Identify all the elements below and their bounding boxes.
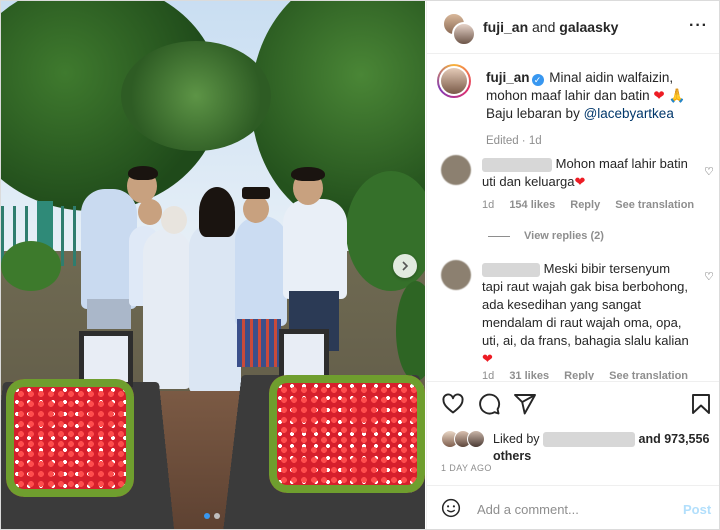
comment-age: 1d (482, 199, 495, 211)
username-link[interactable]: galaasky (559, 19, 618, 35)
comment-item: Meski bibir tersenyum tapi raut wajah ga… (441, 260, 714, 380)
heart-emoji-icon: ❤ (574, 174, 586, 189)
person-grandfather (235, 216, 287, 326)
comment-text: Meski bibir tersenyum tapi raut wajah ga… (482, 260, 692, 368)
chevron-right-icon (402, 261, 409, 271)
carousel-dot (214, 513, 220, 519)
add-comment-bar: Add a comment... Post (427, 485, 719, 529)
action-bar (427, 381, 719, 424)
instagram-post-modal: fuji_an and galaasky ··· fuji_an ✓ Minal … (0, 0, 720, 530)
avatar (452, 22, 476, 46)
person-grandmother (143, 229, 191, 389)
liked-by-prefix: Liked by (493, 432, 540, 446)
see-translation-button[interactable]: See translation (615, 199, 694, 211)
carousel-dots (204, 513, 220, 519)
reply-button[interactable]: Reply (564, 370, 594, 380)
comment-bubble-icon[interactable] (477, 392, 501, 416)
save-bookmark-icon[interactable] (689, 392, 713, 416)
caption-username[interactable]: fuji_an (486, 70, 530, 85)
likes-summary: Liked by and 973,556 others (441, 429, 711, 463)
emoji-smiley-icon[interactable] (441, 498, 461, 518)
comment-line: tapi raut wajah gak bisa berbohong, ada … (482, 279, 689, 348)
person-hair (199, 187, 235, 237)
likes-text: Liked by and 973,556 others (493, 431, 719, 465)
person-peci (242, 187, 270, 199)
carousel-dot-active (204, 513, 210, 519)
share-paper-plane-icon[interactable] (513, 392, 537, 416)
username-link[interactable]: fuji_an (483, 19, 528, 35)
comment-meta: 1d 154 likes Reply See translation (482, 199, 694, 211)
person-hijab (161, 206, 187, 234)
more-horizontal-icon[interactable]: ··· (689, 17, 708, 35)
comment-input[interactable]: Add a comment... (477, 502, 579, 517)
caption-line: Baju lebaran by (486, 106, 584, 121)
flower-petals-right (269, 375, 425, 493)
like-comment-heart-icon[interactable]: ♡ (704, 270, 714, 283)
post-photo[interactable] (1, 1, 425, 529)
comment-line: uti dan keluarga (482, 174, 575, 189)
person-pants (87, 299, 131, 329)
grave-portrait-right (279, 329, 329, 381)
post-sidebar: fuji_an and galaasky ··· fuji_an ✓ Minal … (426, 1, 719, 529)
post-header: fuji_an and galaasky ··· (427, 1, 719, 54)
verified-badge-icon: ✓ (531, 74, 544, 86)
caption-meta: Edited · 1d (486, 135, 542, 147)
person-hair (128, 166, 158, 180)
avatar (467, 430, 485, 448)
comment-age: 1d (482, 370, 495, 380)
avatar[interactable] (441, 155, 471, 185)
person-head (138, 199, 162, 225)
view-replies-button[interactable]: View replies (2) (488, 230, 604, 242)
person-head (243, 195, 269, 223)
caption-line: mohon maaf lahir dan batin (486, 88, 650, 103)
mention-link[interactable]: @lacebyartkea (584, 106, 674, 121)
liker-avatars[interactable] (441, 430, 487, 448)
joiner-text: and (532, 19, 556, 35)
comment-likes[interactable]: 154 likes (509, 199, 555, 211)
comment-text: Mohon maaf lahir batin uti dan keluarga❤ (482, 155, 692, 191)
blurred-username (543, 432, 636, 448)
person-girl (189, 223, 241, 393)
like-comment-heart-icon[interactable]: ♡ (704, 165, 714, 178)
heart-emoji-icon: ❤ (482, 351, 493, 366)
person-sarong (237, 319, 281, 367)
reply-button[interactable]: Reply (570, 199, 600, 211)
comments-scroll[interactable]: fuji_an ✓ Minal aidin walfaizin, mohon ma… (427, 54, 719, 380)
caption-text: fuji_an ✓ Minal aidin walfaizin, mohon ma… (486, 69, 714, 123)
blurred-username (482, 262, 540, 277)
post-comment-button[interactable]: Post (683, 502, 711, 517)
post-date[interactable]: 1 DAY AGO (441, 463, 492, 473)
comment-line: Mohon maaf lahir batin (555, 156, 688, 171)
likes-others[interactable]: others (493, 449, 531, 463)
comment-likes[interactable]: 31 likes (509, 370, 549, 380)
avatar-story-ring[interactable] (437, 64, 471, 98)
person-hair (291, 167, 325, 181)
photo-bush (1, 241, 61, 291)
avatar[interactable] (441, 260, 471, 290)
like-heart-icon[interactable] (441, 392, 465, 416)
blurred-username (482, 157, 552, 172)
caption-line: Minal aidin walfaizin, (549, 70, 674, 85)
see-translation-button[interactable]: See translation (609, 370, 688, 380)
heart-emoji-icon: ❤ (653, 88, 665, 103)
next-photo-button[interactable] (393, 254, 417, 278)
flower-petals-left (6, 379, 134, 497)
comment-line: Meski bibir tersenyum (543, 261, 671, 276)
person-man-right (283, 199, 347, 299)
comment-meta: 1d 31 likes Reply See translation (482, 370, 688, 380)
collab-usernames: fuji_an and galaasky (483, 19, 618, 35)
photo-tree (121, 41, 271, 151)
pray-emoji-icon: 🙏 (668, 88, 686, 103)
collab-avatars[interactable] (442, 12, 476, 46)
likes-count[interactable]: and 973,556 (639, 432, 710, 446)
